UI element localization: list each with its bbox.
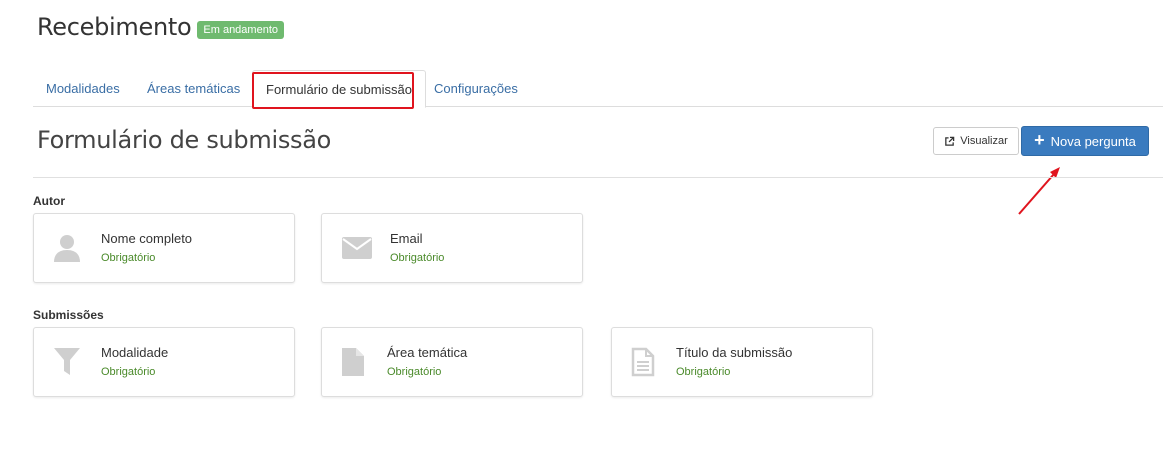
view-button-label: Visualizar — [960, 135, 1008, 147]
tab-formulario-de-submissao[interactable]: Formulário de submissão — [252, 70, 426, 108]
tab-configuracoes[interactable]: Configurações — [421, 70, 531, 107]
field-name: Título da submissão — [676, 345, 793, 360]
field-required-label: Obrigatório — [101, 252, 156, 264]
filter-icon — [52, 346, 82, 378]
page-title: Recebimento — [37, 13, 192, 41]
tab-areas-tematicas[interactable]: Áreas temáticas — [134, 70, 253, 107]
field-name: Email — [390, 231, 423, 246]
file-icon — [338, 346, 368, 378]
field-card-email[interactable]: Email Obrigatório — [321, 213, 583, 283]
field-required-label: Obrigatório — [390, 252, 445, 264]
field-card-nome-completo[interactable]: Nome completo Obrigatório — [33, 213, 295, 283]
field-name: Nome completo — [101, 231, 193, 246]
field-name: Modalidade — [101, 345, 169, 360]
plus-icon: + — [1034, 130, 1045, 150]
user-icon — [52, 232, 82, 264]
status-badge: Em andamento — [197, 21, 284, 39]
tab-bar: Modalidades Áreas temáticas Formulário d… — [33, 70, 1163, 108]
field-card-titulo-da-submissao[interactable]: Título da submissão Obrigatório — [611, 327, 873, 397]
field-card-area-tematica[interactable]: Área temática Obrigatório — [321, 327, 583, 397]
external-link-icon — [945, 136, 955, 146]
field-card-modalidade[interactable]: Modalidade Obrigatório — [33, 327, 295, 397]
tab-modalidades[interactable]: Modalidades — [33, 70, 133, 107]
page-header: Recebimento Em andamento — [37, 13, 284, 41]
envelope-icon — [342, 232, 372, 264]
file-text-icon — [628, 346, 658, 378]
view-button[interactable]: Visualizar — [933, 127, 1019, 155]
group-label-autor: Autor — [33, 194, 65, 208]
field-required-label: Obrigatório — [101, 366, 156, 378]
section-title: Formulário de submissão — [37, 126, 332, 154]
annotation-arrow — [1018, 167, 1060, 215]
field-required-label: Obrigatório — [676, 366, 731, 378]
group-label-submissoes: Submissões — [33, 308, 104, 322]
field-required-label: Obrigatório — [387, 366, 442, 378]
new-question-button[interactable]: + Nova pergunta — [1021, 126, 1149, 156]
header-divider — [33, 177, 1163, 178]
new-question-button-label: Nova pergunta — [1050, 133, 1136, 149]
field-name: Área temática — [387, 345, 468, 360]
